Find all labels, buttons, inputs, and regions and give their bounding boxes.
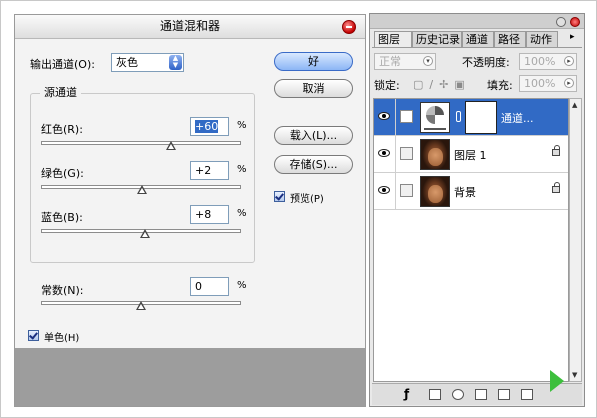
chevron-right-icon: ▸ (564, 56, 574, 66)
tab-channels[interactable]: 通道 (462, 31, 494, 47)
green-label: 绿色(G): (41, 167, 84, 180)
lock-label: 锁定: (374, 79, 400, 92)
layer-mask-thumbnail[interactable] (465, 101, 497, 134)
ok-button[interactable]: 好 (274, 52, 353, 71)
layers-scrollbar[interactable]: ▲ ▼ (569, 98, 582, 382)
blue-slider-thumb[interactable] (140, 229, 150, 238)
preview-checkbox[interactable] (274, 191, 285, 202)
layer-link-icon[interactable] (400, 184, 413, 197)
blend-mode-select[interactable]: 正常 ▾ (374, 53, 436, 70)
layers-list: 通道... 图层 1 背景 (373, 98, 569, 382)
layer-style-icon[interactable]: ƒ (404, 387, 409, 401)
panel-menu-icon[interactable]: ▸ (570, 32, 575, 42)
fill-value: 100% (524, 77, 556, 90)
layer-link-icon[interactable] (400, 147, 413, 160)
dialog-title-bar[interactable]: 通道混和器 (15, 15, 365, 39)
red-slider-thumb[interactable] (166, 141, 176, 150)
load-button[interactable]: 载入(L)... (274, 126, 353, 145)
close-icon[interactable] (342, 20, 356, 34)
blue-value-input[interactable]: +8 (190, 205, 229, 224)
constant-value-input[interactable]: 0 (190, 277, 229, 296)
new-group-icon[interactable] (475, 389, 487, 400)
layer-name: 背景 (454, 186, 476, 199)
lock-options-icons[interactable]: ▢∕✢▣ (413, 78, 471, 91)
tab-paths[interactable]: 路径 (494, 31, 526, 47)
chevron-right-icon: ▸ (564, 78, 574, 88)
divider (395, 99, 396, 135)
trash-icon[interactable] (521, 389, 533, 400)
monochrome-label: 单色(H) (44, 333, 80, 344)
layer-row-background[interactable]: 背景 (374, 173, 568, 210)
watermark-arrow-icon (550, 370, 564, 392)
red-percent: % (237, 120, 247, 131)
red-value-input[interactable]: +60 (190, 117, 229, 136)
panel-title-bar[interactable] (370, 14, 584, 29)
eye-icon[interactable] (378, 149, 390, 157)
opacity-label: 不透明度: (462, 56, 510, 69)
green-value-input[interactable]: +2 (190, 161, 229, 180)
fill-input[interactable]: 100% ▸ (519, 75, 577, 92)
green-slider-thumb[interactable] (137, 185, 147, 194)
constant-percent: % (237, 280, 247, 291)
tabs-divider (372, 47, 582, 48)
red-slider-track[interactable] (41, 141, 241, 145)
divider (395, 173, 396, 209)
dialog-title: 通道混和器 (159, 19, 220, 33)
blue-percent: % (237, 208, 247, 219)
blue-label: 蓝色(B): (41, 211, 83, 224)
layers-panel: 图层 历史记录 通道 路径 动作 ▸ 正常 ▾ 不透明度: 100% ▸ 锁定:… (369, 13, 585, 407)
new-layer-icon[interactable] (498, 389, 510, 400)
adjustment-layer-icon (420, 102, 450, 133)
fill-label: 填充: (487, 79, 513, 92)
adjustment-layer-button-icon[interactable] (452, 389, 464, 400)
source-channels-title: 源通道 (40, 84, 81, 100)
channel-mixer-dialog: 通道混和器 输出通道(O): 灰色 ▲ ▼ 源通道 红色(R): +60 % 绿色… (14, 14, 366, 407)
tab-history[interactable]: 历史记录 (412, 31, 462, 47)
save-button[interactable]: 存储(S)... (274, 155, 353, 174)
monochrome-checkbox[interactable] (28, 330, 39, 341)
scroll-down-icon[interactable]: ▼ (572, 371, 577, 379)
layer-name: 通道... (501, 112, 534, 125)
layer-name: 图层 1 (454, 149, 487, 162)
add-mask-icon[interactable] (429, 389, 441, 400)
dialog-bottom-area (15, 348, 365, 406)
chevron-down-icon: ▾ (423, 56, 433, 66)
screenshot-frame: 通道混和器 输出通道(O): 灰色 ▲ ▼ 源通道 红色(R): +60 % 绿色… (0, 0, 597, 418)
select-arrows-icon: ▲ ▼ (169, 55, 182, 70)
red-label: 红色(R): (41, 123, 83, 136)
green-value: +2 (195, 164, 212, 177)
layer-link-icon[interactable] (400, 110, 413, 123)
constant-slider-thumb[interactable] (136, 301, 146, 310)
output-channel-value: 灰色 (116, 56, 138, 69)
divider (395, 136, 396, 172)
panel-tabs: 图层 历史记录 通道 路径 动作 ▸ (374, 31, 582, 48)
preview-label: 预览(P) (290, 194, 324, 205)
constant-label: 常数(N): (41, 284, 84, 297)
close-icon[interactable] (570, 17, 580, 27)
dialog-body: 输出通道(O): 灰色 ▲ ▼ 源通道 红色(R): +60 % 绿色(G): +… (15, 40, 365, 348)
scroll-up-icon[interactable]: ▲ (572, 101, 577, 109)
layer-row-channel-mixer[interactable]: 通道... (374, 99, 568, 136)
blue-value: +8 (195, 208, 212, 221)
cancel-button[interactable]: 取消 (274, 79, 353, 98)
lock-icon (552, 182, 560, 193)
minimize-icon[interactable] (556, 17, 566, 27)
constant-value: 0 (195, 280, 202, 293)
red-value: +60 (195, 120, 219, 133)
layer-thumbnail (420, 176, 450, 207)
tab-actions[interactable]: 动作 (526, 31, 558, 47)
chain-icon (456, 111, 461, 122)
output-channel-select[interactable]: 灰色 ▲ ▼ (111, 53, 184, 72)
layer-thumbnail (420, 139, 450, 170)
opacity-value: 100% (524, 55, 556, 68)
green-percent: % (237, 164, 247, 175)
eye-icon[interactable] (378, 112, 390, 120)
tab-layers[interactable]: 图层 (374, 31, 412, 48)
blend-mode-value: 正常 (379, 55, 401, 68)
lock-icon (552, 145, 560, 156)
opacity-input[interactable]: 100% ▸ (519, 53, 577, 70)
layer-row-layer-1[interactable]: 图层 1 (374, 136, 568, 173)
output-channel-label: 输出通道(O): (30, 58, 95, 71)
eye-icon[interactable] (378, 186, 390, 194)
